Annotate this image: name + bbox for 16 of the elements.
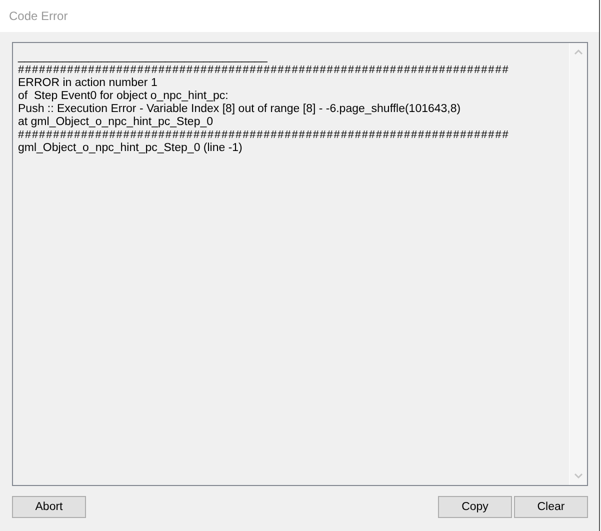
scrollbar[interactable] <box>569 43 587 485</box>
window-title: Code Error <box>9 9 68 23</box>
log-line: _______________________________________ <box>18 51 268 64</box>
copy-button[interactable]: Copy <box>438 496 512 518</box>
error-log-area[interactable] <box>12 42 588 486</box>
log-line: of Step Event0 for object o_npc_hint_pc: <box>18 90 230 103</box>
scroll-up-icon[interactable] <box>574 49 583 55</box>
log-line: ERROR in action number 1 <box>18 77 158 90</box>
log-line: ###################################################################### <box>18 129 510 142</box>
scroll-down-icon[interactable] <box>574 473 583 479</box>
clear-button[interactable]: Clear <box>514 496 588 518</box>
log-line: Push :: Execution Error - Variable Index [8] out of range [8] - -6.page_shuffle(101643,8) <box>18 103 462 116</box>
log-line: ###################################################################### <box>18 64 510 77</box>
log-line: at gml_Object_o_npc_hint_pc_Step_0 <box>18 116 214 129</box>
abort-button[interactable]: Abort <box>12 496 86 518</box>
log-line: gml_Object_o_npc_hint_pc_Step_0 (line -1) <box>18 142 244 155</box>
